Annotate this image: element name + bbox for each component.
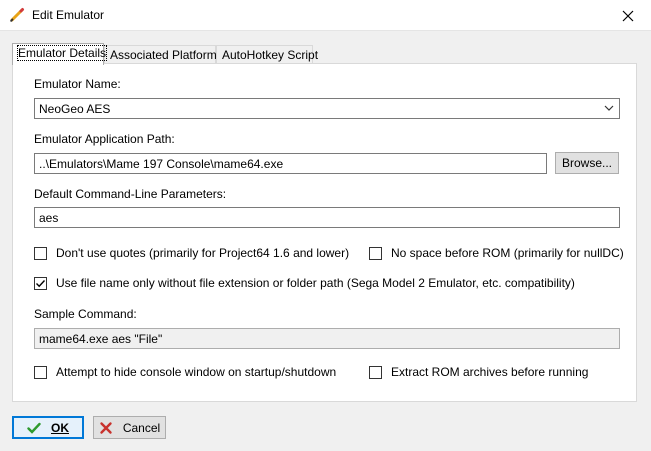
app-path-label: Emulator Application Path: <box>34 132 175 146</box>
dont-use-quotes-label: Don't use quotes (primarily for Project6… <box>56 246 350 260</box>
tab-label: AutoHotkey Script <box>222 48 319 62</box>
title-bar: Edit Emulator <box>0 0 651 31</box>
hide-console-label: Attempt to hide console window on startu… <box>56 365 337 379</box>
checkbox-box[interactable] <box>34 365 47 379</box>
emulator-name-value: NeoGeo AES <box>39 102 111 116</box>
tab-label: Associated Platforms <box>110 48 223 62</box>
emulator-name-label: Emulator Name: <box>34 77 121 91</box>
chevron-down-icon <box>604 105 614 111</box>
dont-use-quotes-checkbox[interactable]: Don't use quotes (primarily for Project6… <box>34 246 349 260</box>
sample-command-field: mame64.exe aes "File" <box>34 328 620 349</box>
checkmark-icon <box>36 279 46 287</box>
no-space-before-rom-label: No space before ROM (primarily for nullD… <box>391 246 624 260</box>
emulator-name-combobox[interactable]: NeoGeo AES <box>34 98 620 119</box>
checkmark-icon <box>27 422 41 434</box>
cancel-label: Cancel <box>122 420 161 435</box>
extract-rom-checkbox[interactable]: Extract ROM archives before running <box>369 365 588 379</box>
close-icon <box>622 10 634 21</box>
extract-rom-label: Extract ROM archives before running <box>391 365 589 379</box>
cancel-button[interactable]: Cancel <box>93 416 166 439</box>
app-path-input[interactable]: ..\Emulators\Mame 197 Console\mame64.exe <box>34 153 547 174</box>
close-button[interactable] <box>605 0 651 31</box>
tab-autohotkey-script[interactable]: AutoHotkey Script <box>216 45 318 64</box>
sample-command-label: Sample Command: <box>34 307 137 321</box>
tab-associated-platforms[interactable]: Associated Platforms <box>104 45 223 64</box>
no-space-before-rom-checkbox[interactable]: No space before ROM (primarily for nullD… <box>369 246 624 260</box>
cancel-icon <box>100 421 112 434</box>
checkbox-box[interactable] <box>369 246 382 260</box>
params-input[interactable]: aes <box>34 207 620 228</box>
hide-console-checkbox[interactable]: Attempt to hide console window on startu… <box>34 365 336 379</box>
checkbox-box[interactable] <box>34 276 47 290</box>
window-title: Edit Emulator <box>32 8 105 22</box>
tab-label: Emulator Details <box>16 45 108 61</box>
pencil-icon <box>9 7 25 23</box>
sample-command-value: mame64.exe aes "File" <box>39 332 163 346</box>
file-name-only-label: Use file name only without file extensio… <box>56 276 575 290</box>
browse-label: Browse... <box>561 156 612 170</box>
checkbox-box[interactable] <box>369 365 382 379</box>
ok-button[interactable]: OK <box>12 416 84 439</box>
ok-label: OK <box>51 420 69 435</box>
checkbox-box[interactable] <box>34 246 47 260</box>
tab-emulator-details[interactable]: Emulator Details <box>12 43 108 65</box>
app-path-value: ..\Emulators\Mame 197 Console\mame64.exe <box>39 157 284 171</box>
params-label: Default Command-Line Parameters: <box>34 187 227 201</box>
params-value: aes <box>39 211 59 225</box>
file-name-only-checkbox[interactable]: Use file name only without file extensio… <box>34 276 575 290</box>
emulator-details-panel: Emulator Name: NeoGeo AES Emulator Appli… <box>12 63 637 402</box>
browse-button[interactable]: Browse... <box>555 152 619 174</box>
